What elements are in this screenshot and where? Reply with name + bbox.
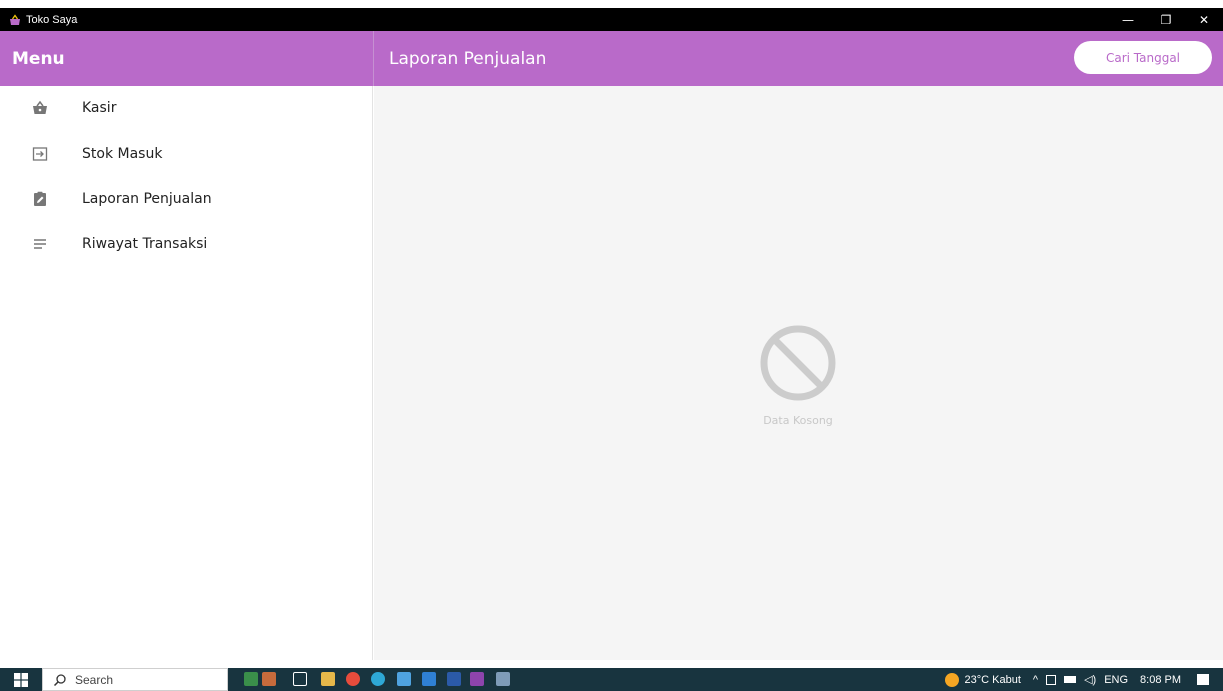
clock[interactable]: 8:08 PM xyxy=(1140,674,1181,686)
desktop-widget-icon[interactable] xyxy=(244,672,258,686)
edge-icon[interactable] xyxy=(371,672,385,686)
window-titlebar[interactable]: Toko Saya — ❐ ✕ xyxy=(0,8,1223,31)
clipboard-edit-icon xyxy=(31,190,49,208)
news-widget-icon[interactable] xyxy=(262,672,276,686)
sidebar-item-label: Kasir xyxy=(82,100,117,116)
tray-app-icon[interactable] xyxy=(1046,674,1057,685)
app-screen: Toko Saya — ❐ ✕ Menu Laporan Penjualan C… xyxy=(0,0,1223,691)
basket-icon xyxy=(31,99,49,117)
page-title: Laporan Penjualan xyxy=(389,48,547,69)
minimize-button[interactable]: — xyxy=(1109,8,1147,31)
windows-logo-icon xyxy=(14,672,28,687)
sidebar: Kasir Stok Masuk Laporan Penjualan Riway… xyxy=(0,86,373,660)
window-title: Toko Saya xyxy=(26,13,78,26)
toko-saya-taskbar-icon[interactable] xyxy=(470,672,484,686)
close-button[interactable]: ✕ xyxy=(1185,8,1223,31)
os-taskbar: Search 23°C Kabut ^ ◁) ENG 8:08 PM xyxy=(0,668,1223,691)
weather-icon[interactable] xyxy=(944,672,959,687)
system-tray: 23°C Kabut ^ ◁) ENG 8:08 PM xyxy=(944,668,1223,691)
taskbar-search-label: Search xyxy=(75,672,114,687)
chevron-up-icon[interactable]: ^ xyxy=(1033,674,1038,686)
main-header: Laporan Penjualan Cari Tanggal xyxy=(373,31,1223,86)
sidebar-item-label: Riwayat Transaksi xyxy=(82,236,208,252)
sidebar-item-kasir[interactable]: Kasir xyxy=(0,86,372,130)
search-icon xyxy=(53,673,66,686)
chrome-icon[interactable] xyxy=(346,672,360,686)
vscode-icon[interactable] xyxy=(422,672,436,686)
search-date-button[interactable]: Cari Tanggal xyxy=(1074,41,1212,74)
volume-icon[interactable]: ◁) xyxy=(1084,673,1096,686)
sidebar-item-laporan-penjualan[interactable]: Laporan Penjualan xyxy=(0,177,372,221)
word-icon[interactable] xyxy=(447,672,461,686)
sidebar-item-stok-masuk[interactable]: Stok Masuk xyxy=(0,132,372,176)
prohibited-icon xyxy=(760,325,836,401)
sidebar-item-label: Stok Masuk xyxy=(82,146,163,162)
sidebar-item-label: Laporan Penjualan xyxy=(82,191,212,207)
window-controls: — ❐ ✕ xyxy=(1109,8,1223,31)
battery-icon[interactable] xyxy=(1064,676,1077,683)
language-indicator[interactable]: ENG xyxy=(1104,674,1128,686)
notes-icon[interactable] xyxy=(496,672,510,686)
list-lines-icon xyxy=(31,235,49,253)
task-view-icon[interactable] xyxy=(293,672,307,686)
app-pen-icon[interactable] xyxy=(397,672,411,686)
empty-state-text: Data Kosong xyxy=(763,414,833,427)
sidebar-header: Menu xyxy=(0,31,373,86)
sidebar-title: Menu xyxy=(12,48,65,69)
shop-basket-app-icon xyxy=(10,13,20,25)
weather-text[interactable]: 23°C Kabut xyxy=(965,674,1021,686)
notification-icon[interactable] xyxy=(1197,674,1209,685)
login-arrow-icon xyxy=(31,145,49,163)
top-strip xyxy=(0,0,1223,8)
sidebar-item-riwayat-transaksi[interactable]: Riwayat Transaksi xyxy=(0,222,372,266)
restore-button[interactable]: ❐ xyxy=(1147,8,1185,31)
taskbar-search-box[interactable]: Search xyxy=(42,668,228,691)
file-explorer-icon[interactable] xyxy=(321,672,335,686)
main-content: Data Kosong xyxy=(374,86,1223,660)
start-button[interactable] xyxy=(0,668,42,691)
